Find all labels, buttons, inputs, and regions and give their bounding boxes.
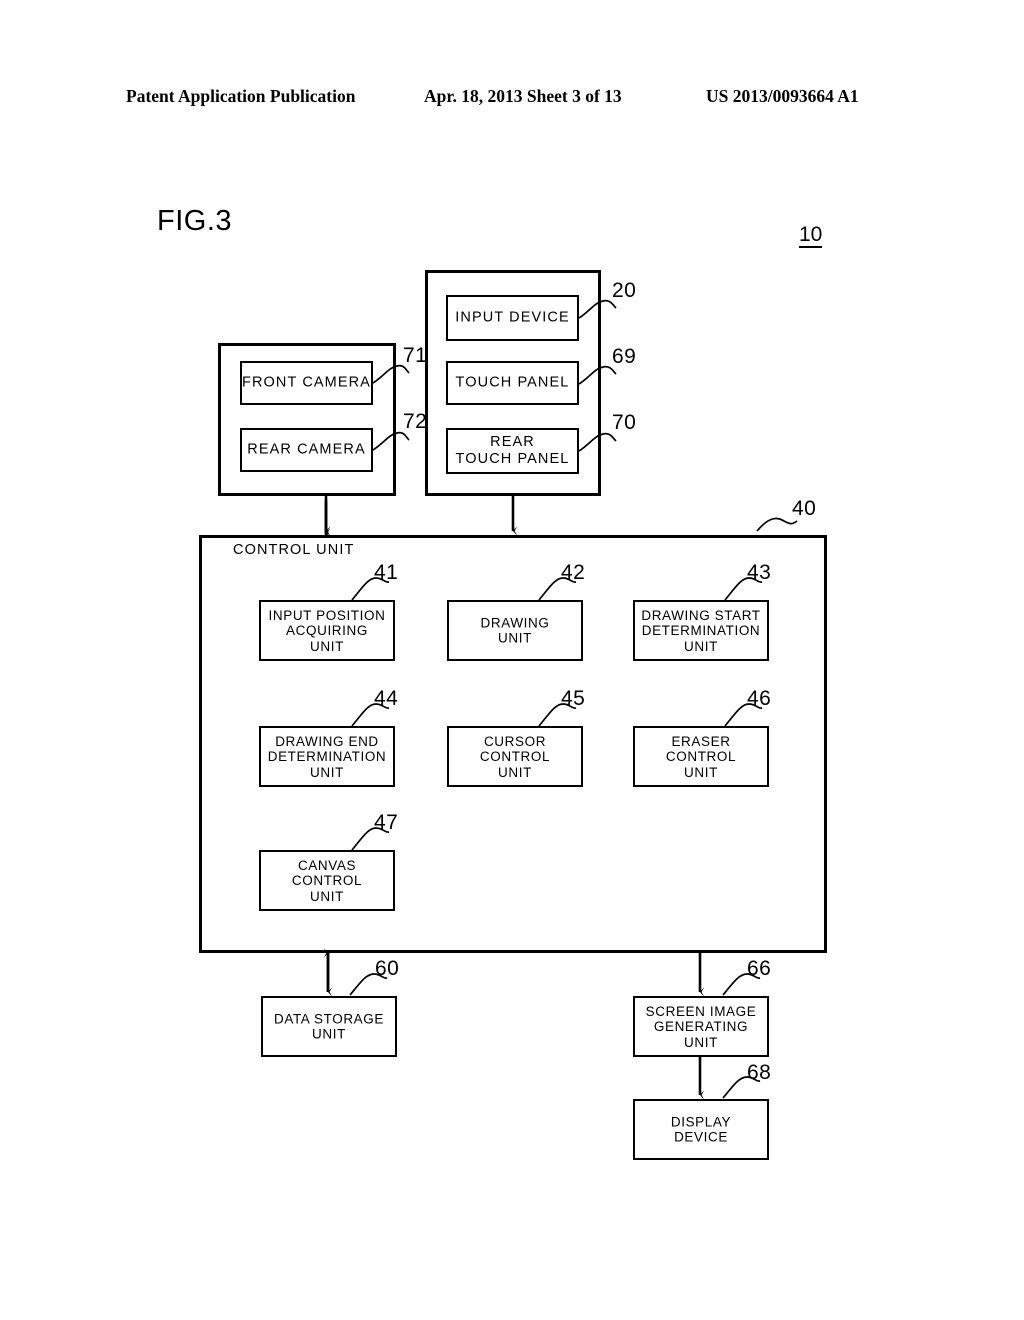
eraser-control-unit-label: ERASER CONTROL UNIT (665, 733, 737, 780)
figure-label: FIG.3 (157, 205, 233, 237)
ref-numeral-20: 20 (612, 279, 637, 302)
drawing-start-determination-unit-box: DRAWING START DETERMINATION UNIT (633, 600, 769, 661)
cursor-control-unit-label: CURSOR CONTROL UNIT (479, 733, 551, 780)
control-unit-title: CONTROL UNIT (233, 542, 355, 558)
front-camera-box: FRONT CAMERA (240, 361, 373, 405)
front-camera-label: FRONT CAMERA (242, 374, 371, 391)
ref-numeral-43: 43 (747, 561, 772, 584)
rear-camera-box: REAR CAMERA (240, 428, 373, 472)
rear-touch-panel-box: REAR TOUCH PANEL (446, 428, 579, 474)
drawing-end-determination-unit-label: DRAWING END DETERMINATION UNIT (267, 733, 387, 780)
screen-image-generating-unit-box: SCREEN IMAGE GENERATING UNIT (633, 996, 769, 1057)
drawing-unit-label: DRAWING UNIT (480, 615, 550, 646)
ref-numeral-69: 69 (612, 345, 637, 368)
ref-numeral-44: 44 (374, 687, 399, 710)
rear-touch-panel-label: REAR TOUCH PANEL (455, 434, 570, 467)
header-patent-number: US 2013/0093664 A1 (706, 86, 859, 106)
ref-numeral-68: 68 (747, 1061, 772, 1084)
screen-image-generating-unit-label: SCREEN IMAGE GENERATING UNIT (645, 1003, 757, 1050)
drawing-end-determination-unit-box: DRAWING END DETERMINATION UNIT (259, 726, 395, 787)
ref-numeral-42: 42 (561, 561, 586, 584)
ref-numeral-66: 66 (747, 957, 772, 980)
touch-panel-box: TOUCH PANEL (446, 361, 579, 405)
ref-numeral-41: 41 (374, 561, 399, 584)
ref-numeral-70: 70 (612, 411, 637, 434)
ref-numeral-40: 40 (792, 497, 817, 520)
header-date-sheet-text: Apr. 18, 2013 Sheet 3 of 13 (424, 86, 622, 106)
ref-numeral-46: 46 (747, 687, 772, 710)
input-device-label: INPUT DEVICE (455, 309, 570, 326)
ref-numeral-system: 10 (799, 223, 823, 248)
page-header: Patent Application Publication Apr. 18, … (0, 86, 1024, 114)
ref-numeral-45: 45 (561, 687, 586, 710)
drawing-start-determination-unit-label: DRAWING START DETERMINATION UNIT (641, 607, 761, 654)
input-position-acquiring-unit-box: INPUT POSITION ACQUIRING UNIT (259, 600, 395, 661)
ref-numeral-72: 72 (403, 410, 428, 433)
ref-numeral-47: 47 (374, 811, 399, 834)
eraser-control-unit-box: ERASER CONTROL UNIT (633, 726, 769, 787)
display-device-label: DISPLAY DEVICE (670, 1114, 732, 1145)
ref-numeral-71: 71 (403, 344, 428, 367)
drawing-unit-box: DRAWING UNIT (447, 600, 583, 661)
cursor-control-unit-box: CURSOR CONTROL UNIT (447, 726, 583, 787)
touch-panel-label: TOUCH PANEL (455, 374, 570, 391)
data-storage-unit-label: DATA STORAGE UNIT (274, 1011, 384, 1042)
input-device-box: INPUT DEVICE (446, 295, 579, 341)
header-publication-text: Patent Application Publication (126, 86, 356, 106)
input-position-acquiring-unit-label: INPUT POSITION ACQUIRING UNIT (268, 607, 386, 654)
canvas-control-unit-label: CANVAS CONTROL UNIT (291, 857, 363, 904)
rear-camera-label: REAR CAMERA (247, 441, 366, 458)
display-device-box: DISPLAY DEVICE (633, 1099, 769, 1160)
ref-numeral-60: 60 (375, 957, 400, 980)
data-storage-unit-box: DATA STORAGE UNIT (261, 996, 397, 1057)
canvas-control-unit-box: CANVAS CONTROL UNIT (259, 850, 395, 911)
